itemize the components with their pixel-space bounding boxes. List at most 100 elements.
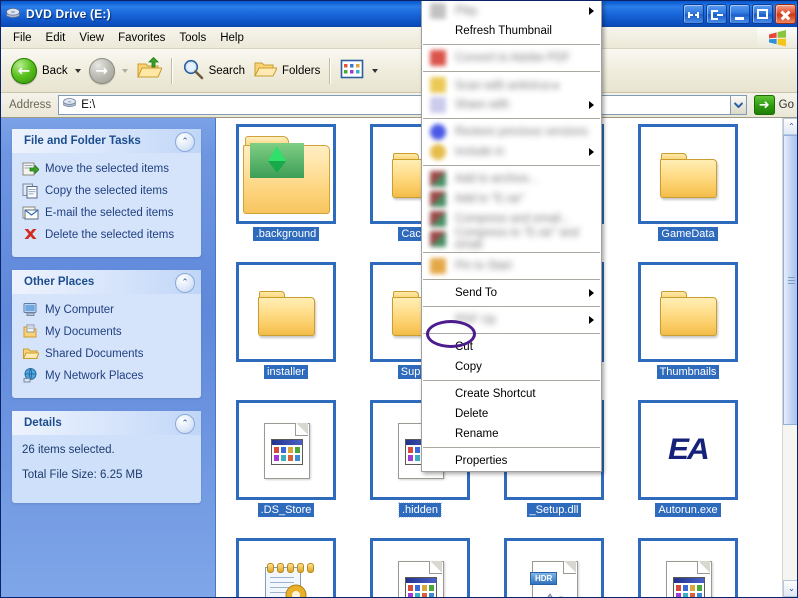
collapse-chevron-icon[interactable]: ⌃ [175, 273, 195, 293]
context-menu-label: Cut [455, 341, 473, 353]
go-label: Go [778, 99, 794, 111]
menu-edit[interactable]: Edit [39, 30, 73, 46]
context-menu[interactable]: Play Refresh Thumbnail Convert to Adobe … [421, 1, 602, 472]
document-icon [264, 423, 310, 479]
search-button[interactable]: Search [178, 53, 249, 89]
context-menu-item-copy[interactable]: Copy [422, 357, 601, 377]
forward-dropdown-button[interactable] [119, 53, 132, 89]
delete-items-icon [22, 226, 39, 243]
export-button[interactable] [706, 4, 727, 24]
generic-icon [430, 144, 446, 160]
menu-tools[interactable]: Tools [172, 30, 213, 46]
menu-favorites[interactable]: Favorites [111, 30, 172, 46]
context-menu-label: Play [455, 5, 478, 17]
file-item[interactable]: HDR [492, 538, 616, 597]
context-menu-item-properties[interactable]: Properties [422, 451, 601, 471]
folder-thumbnail-plumbob [242, 135, 330, 214]
minimize-button[interactable] [729, 4, 750, 24]
context-menu-item-cut[interactable]: Cut [422, 337, 601, 357]
panel-header[interactable]: Details ⌃ [12, 411, 201, 435]
views-dropdown-button[interactable] [368, 53, 381, 89]
dvd-drive-icon [62, 96, 77, 114]
context-menu-item-blurred-4[interactable]: Share with [422, 95, 601, 115]
file-item[interactable]: Thumbnails [626, 262, 750, 400]
scrollbar-track[interactable] [783, 135, 797, 580]
file-item[interactable] [626, 538, 750, 597]
context-menu-item-rename[interactable]: Rename [422, 424, 601, 444]
file-item[interactable] [358, 538, 482, 597]
context-menu-item-blurred-7[interactable]: Add to archive... [422, 169, 601, 189]
collapse-chevron-icon[interactable]: ⌃ [175, 132, 195, 152]
sidebar-item-my-computer[interactable]: My Computer [22, 301, 193, 318]
menu-view[interactable]: View [72, 30, 111, 46]
views-icon [340, 59, 364, 82]
context-menu-item-create-shortcut[interactable]: Create Shortcut [422, 384, 601, 404]
scrollbar-thumb[interactable] [783, 135, 797, 425]
file-thumbnail [236, 262, 336, 362]
sidebar-item-label: My Documents [45, 325, 122, 338]
search-label: Search [208, 64, 246, 77]
folders-button[interactable]: Folders [249, 53, 324, 89]
context-menu-item-blurred-1[interactable]: Play [422, 1, 601, 21]
file-item[interactable]: installer [224, 262, 348, 400]
file-thumbnail [236, 124, 336, 224]
context-menu-item-delete[interactable]: Delete [422, 404, 601, 424]
sidebar-item-my-documents[interactable]: My Documents [22, 323, 193, 340]
context-menu-item-blurred-9[interactable]: Compress and email... [422, 209, 601, 229]
up-button[interactable] [132, 53, 166, 89]
context-menu-item-blurred-5[interactable]: Restore previous versions [422, 122, 601, 142]
vertical-scrollbar[interactable]: ⌃ ⌄ [782, 118, 797, 597]
file-item[interactable]: EA Autorun.exe [626, 400, 750, 538]
panel-header[interactable]: File and Folder Tasks ⌃ [12, 129, 201, 153]
window-title: DVD Drive (E:) [26, 7, 111, 21]
context-menu-item-blurred-3[interactable]: Scan with antivirus ▸ [422, 75, 601, 95]
folder-icon [659, 289, 717, 336]
context-menu-label: Include in [455, 146, 505, 158]
views-button[interactable] [336, 53, 368, 89]
address-input[interactable]: E:\ [58, 95, 730, 115]
back-dropdown-button[interactable] [72, 53, 85, 89]
file-label: _Setup.dll [526, 503, 582, 517]
address-dropdown-button[interactable] [729, 95, 747, 115]
context-menu-item-blurred-8[interactable]: Add to "E.rar" [422, 189, 601, 209]
hdr-image-icon: HDR [530, 561, 578, 597]
sidebar-item-label: Delete the selected items [45, 228, 175, 241]
sidebar-item-move[interactable]: Move the selected items [22, 160, 193, 177]
maximize-button[interactable] [752, 4, 773, 24]
adobe-icon [430, 50, 446, 66]
back-button[interactable]: ← Back [7, 53, 72, 89]
context-menu-item-blurred-2[interactable]: Convert to Adobe PDF [422, 48, 601, 68]
scroll-up-button[interactable]: ⌃ [783, 118, 797, 135]
file-item[interactable] [224, 538, 348, 597]
context-menu-item-refresh-thumbnail[interactable]: Refresh Thumbnail [422, 21, 601, 41]
file-item[interactable]: .DS_Store [224, 400, 348, 538]
context-menu-item-blurred-10[interactable]: Compress to "E.rar" and email [422, 227, 601, 251]
panel-header[interactable]: Other Places ⌃ [12, 270, 201, 294]
file-item[interactable]: .background [224, 124, 348, 262]
menu-help[interactable]: Help [213, 30, 251, 46]
context-menu-label: Scan with antivirus ▸ [455, 80, 560, 92]
restore-prev-button[interactable] [683, 4, 704, 24]
sidebar-item-email[interactable]: E-mail the selected items [22, 204, 193, 221]
submenu-arrow-icon [589, 148, 594, 156]
sidebar-item-copy[interactable]: Copy the selected items [22, 182, 193, 199]
sidebar-item-network-places[interactable]: My Network Places [22, 367, 193, 384]
menu-file[interactable]: File [6, 30, 39, 46]
context-menu-item-blurred-12[interactable]: PDF Up [422, 310, 601, 330]
panel-body: 26 items selected. Total File Size: 6.25… [12, 435, 201, 503]
go-button[interactable]: ➜ Go [753, 95, 794, 115]
sidebar-item-shared-documents[interactable]: Shared Documents [22, 345, 193, 362]
email-items-icon [22, 204, 39, 221]
collapse-chevron-icon[interactable]: ⌃ [175, 414, 195, 434]
toolbar: ← Back → Search Folders [1, 49, 797, 93]
context-menu-item-blurred-11[interactable]: Pin to Start [422, 256, 601, 276]
sidebar-item-delete[interactable]: Delete the selected items [22, 226, 193, 243]
scroll-down-button[interactable]: ⌄ [783, 580, 797, 597]
context-menu-label: Share with [455, 99, 510, 111]
context-menu-item-send-to[interactable]: Send To [422, 283, 601, 303]
file-item[interactable]: GameData [626, 124, 750, 262]
forward-button[interactable]: → [85, 53, 119, 89]
context-menu-label: Add to archive... [455, 173, 539, 185]
close-button[interactable] [775, 4, 796, 24]
context-menu-item-blurred-6[interactable]: Include in [422, 142, 601, 162]
